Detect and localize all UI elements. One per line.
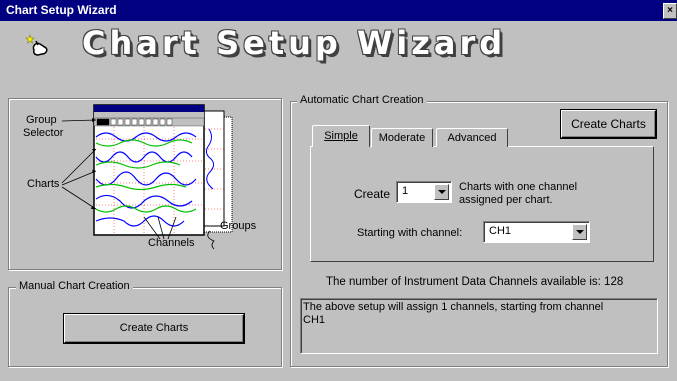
create-count-value: 1 — [402, 185, 409, 197]
tab-simple-label: Simple — [324, 130, 358, 142]
summary-line1: The above setup will assign 1 channels, … — [303, 301, 604, 313]
close-icon[interactable]: × — [663, 3, 677, 19]
summary-line2: CH1 — [303, 314, 326, 326]
automatic-legend: Automatic Chart Creation — [297, 94, 427, 106]
chevron-down-icon[interactable] — [434, 184, 449, 200]
groups-label: Groups — [220, 220, 257, 232]
manual-create-charts-button[interactable]: Create Charts — [64, 314, 244, 343]
tab-advanced-label: Advanced — [447, 132, 497, 144]
manual-legend: Manual Chart Creation — [16, 280, 133, 292]
create-count-select[interactable]: 1 — [396, 181, 452, 203]
title-bar: Chart Setup Wizard × — [0, 0, 677, 21]
starting-channel-label: Starting with channel: — [357, 227, 463, 239]
banner-title: Chart Setup Wizard — [82, 24, 507, 62]
wizard-window: Chart Setup Wizard × Chart Setup Wizard — [0, 0, 677, 381]
tab-simple[interactable]: Simple — [312, 125, 370, 147]
available-channels-text: The number of Instrument Data Channels a… — [326, 276, 624, 288]
tab-moderate-label: Moderate — [378, 132, 426, 144]
create-label: Create — [354, 187, 391, 201]
channels-label: Channels — [148, 237, 195, 249]
group-selector-label-1: Group — [26, 114, 57, 126]
summary-box: The above setup will assign 1 channels, … — [300, 298, 658, 354]
auto-create-charts-button[interactable]: Create Charts — [561, 110, 656, 138]
group-selector-label-2: Selector — [23, 127, 64, 139]
tab-advanced[interactable]: Advanced — [436, 128, 508, 147]
starting-channel-select[interactable]: CH1 — [483, 221, 590, 243]
wand-hand-icon — [25, 34, 48, 56]
tab-moderate[interactable]: Moderate — [371, 128, 433, 147]
charts-desc-line1: Charts with one channel — [459, 181, 578, 193]
starting-channel-value: CH1 — [489, 225, 512, 237]
charts-desc-line2: assigned per chart. — [459, 194, 553, 206]
window-title: Chart Setup Wizard — [6, 3, 117, 17]
chevron-down-icon[interactable] — [572, 224, 587, 240]
charts-label: Charts — [27, 178, 60, 190]
